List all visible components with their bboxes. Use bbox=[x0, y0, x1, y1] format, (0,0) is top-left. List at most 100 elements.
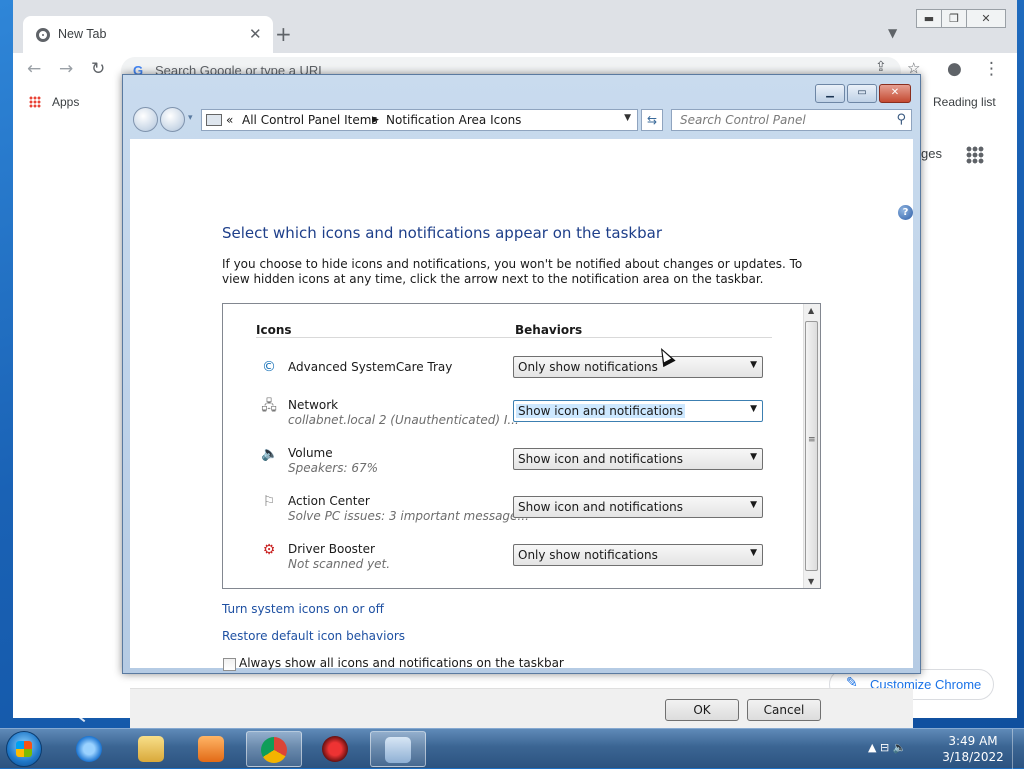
refresh-button[interactable]: ⇆ bbox=[641, 109, 663, 131]
restore-defaults-link[interactable]: Restore default icon behaviors bbox=[222, 629, 405, 643]
row-status: Not scanned yet. bbox=[288, 557, 391, 571]
taskbar-driver-booster[interactable] bbox=[308, 731, 364, 767]
share-icon[interactable]: ⇪ bbox=[875, 59, 887, 75]
breadcrumb-notification-icons[interactable]: Notification Area Icons bbox=[386, 113, 521, 127]
scroll-thumb[interactable] bbox=[805, 321, 818, 571]
reading-list-button[interactable]: Reading list bbox=[933, 95, 996, 109]
taskbar-internet-explorer[interactable] bbox=[62, 731, 118, 767]
systemcare-icon: © bbox=[262, 359, 276, 375]
control-panel-icon bbox=[206, 114, 222, 126]
control-panel-window: ▁ ▭ ✕ ▾ « All Control Panel Items ▶ Noti… bbox=[122, 74, 921, 733]
behavior-select[interactable]: Only show notifications ▼ bbox=[513, 544, 763, 566]
behavior-select[interactable]: Show icon and notifications ▼ bbox=[513, 496, 763, 518]
search-input[interactable]: Search Control Panel ⚲ bbox=[671, 109, 912, 131]
behavior-value: Show icon and notifications bbox=[516, 404, 686, 418]
content-pane: ? Select which icons and notifications a… bbox=[130, 139, 913, 733]
breadcrumb-overflow[interactable]: « bbox=[226, 113, 233, 127]
behavior-select[interactable]: Only show notifications ▼ bbox=[513, 356, 763, 378]
dropdown-arrow-icon: ▼ bbox=[750, 500, 757, 510]
profile-icon[interactable]: ● bbox=[947, 59, 962, 79]
row-status: collabnet.local 2 (Unauthenticated) I... bbox=[288, 413, 519, 427]
dropdown-arrow-icon: ▼ bbox=[750, 452, 757, 462]
driver-booster-icon bbox=[322, 736, 348, 762]
row-status: Speakers: 67% bbox=[288, 461, 379, 475]
start-button[interactable] bbox=[6, 731, 42, 767]
breadcrumb-separator-icon[interactable]: ▶ bbox=[372, 115, 379, 125]
network-icon: 🖧 bbox=[261, 398, 277, 414]
tab-strip: New Tab ✕ + ▼ ▬ ❐ ✕ bbox=[13, 0, 1017, 53]
clock[interactable]: 3:49 AM 3/18/2022 bbox=[940, 733, 1006, 765]
row-name: Driver Booster bbox=[288, 542, 375, 556]
taskbar: ▲ ⊟ 🔈 3:49 AM 3/18/2022 bbox=[0, 728, 1024, 769]
list-scrollbar[interactable]: ▲ ▼ bbox=[803, 304, 820, 588]
row-name: Volume bbox=[288, 446, 333, 460]
icon-behavior-list: Icons Behaviors © Advanced SystemCare Tr… bbox=[222, 303, 821, 589]
row-status: Solve PC issues: 3 important message... bbox=[288, 509, 529, 523]
address-dropdown-icon[interactable]: ▼ bbox=[624, 113, 631, 123]
window-controls: ▁ ▭ ✕ bbox=[815, 84, 913, 103]
apps-link[interactable]: Apps bbox=[52, 95, 79, 109]
minimize-button[interactable]: ▁ bbox=[815, 84, 845, 103]
chrome-icon bbox=[261, 737, 287, 763]
apps-grid-icon[interactable] bbox=[29, 96, 41, 108]
turn-system-icons-link[interactable]: Turn system icons on or off bbox=[222, 602, 384, 616]
search-placeholder: Search Control Panel bbox=[680, 113, 806, 127]
always-show-checkbox[interactable] bbox=[223, 658, 236, 671]
minimize-button[interactable]: ▬ bbox=[916, 9, 942, 28]
scroll-up-icon[interactable]: ▲ bbox=[808, 306, 814, 315]
close-button[interactable]: ✕ bbox=[966, 9, 1006, 28]
maximize-button[interactable]: ▭ bbox=[847, 84, 877, 103]
cancel-button[interactable]: Cancel bbox=[747, 699, 821, 721]
back-button[interactable] bbox=[133, 107, 158, 132]
media-player-icon bbox=[198, 736, 224, 762]
close-tab-icon[interactable]: ✕ bbox=[249, 25, 262, 43]
taskbar-chrome[interactable] bbox=[246, 731, 302, 767]
header-divider bbox=[256, 337, 772, 338]
google-apps-icon[interactable] bbox=[966, 146, 984, 164]
breadcrumb-all-items[interactable]: All Control Panel Items bbox=[242, 113, 378, 127]
help-icon[interactable]: ? bbox=[898, 205, 913, 220]
column-header-behaviors: Behaviors bbox=[515, 323, 583, 337]
description-text: If you choose to hide icons and notifica… bbox=[222, 257, 803, 286]
dropdown-arrow-icon: ▼ bbox=[750, 404, 757, 414]
control-panel-icon bbox=[385, 737, 411, 763]
behavior-select[interactable]: Show icon and notifications ▼ bbox=[513, 448, 763, 470]
address-bar[interactable]: « All Control Panel Items ▶ Notification… bbox=[201, 109, 638, 131]
behavior-value: Only show notifications bbox=[518, 360, 658, 374]
tray-icons[interactable]: ▲ ⊟ 🔈 bbox=[868, 741, 906, 754]
row-name: Advanced SystemCare Tray bbox=[288, 360, 453, 374]
recent-pages-icon[interactable]: ▾ bbox=[188, 113, 193, 123]
scroll-down-icon[interactable]: ▼ bbox=[808, 577, 814, 586]
clock-date: 3/18/2022 bbox=[942, 750, 1004, 764]
show-desktop-button[interactable] bbox=[1012, 729, 1024, 769]
ok-button[interactable]: OK bbox=[665, 699, 739, 721]
restore-button[interactable]: ❐ bbox=[941, 9, 967, 28]
images-link[interactable]: ges bbox=[921, 146, 942, 161]
taskbar-media-player[interactable] bbox=[184, 731, 240, 767]
tab-title: New Tab bbox=[58, 27, 107, 41]
tab-search-icon[interactable]: ▼ bbox=[888, 26, 897, 40]
page-title: Select which icons and notifications app… bbox=[222, 224, 662, 242]
taskbar-control-panel[interactable] bbox=[370, 731, 426, 767]
dropdown-arrow-icon: ▼ bbox=[750, 548, 757, 558]
close-button[interactable]: ✕ bbox=[879, 84, 911, 103]
back-icon[interactable]: ← bbox=[27, 59, 41, 79]
chrome-icon bbox=[36, 28, 50, 42]
tab-new-tab[interactable]: New Tab ✕ bbox=[23, 16, 273, 53]
behavior-value: Only show notifications bbox=[518, 548, 658, 562]
flag-icon: ⚐ bbox=[262, 494, 276, 510]
dropdown-arrow-icon: ▼ bbox=[750, 360, 757, 370]
taskbar-explorer[interactable] bbox=[124, 731, 180, 767]
forward-button[interactable] bbox=[160, 107, 185, 132]
behavior-value: Show icon and notifications bbox=[518, 500, 684, 514]
behavior-select[interactable]: Show icon and notifications ▼ bbox=[513, 400, 763, 422]
menu-icon[interactable]: ⋮ bbox=[983, 59, 1000, 79]
internet-explorer-icon bbox=[76, 736, 102, 762]
reload-icon[interactable]: ↻ bbox=[91, 59, 105, 79]
row-name: Network bbox=[288, 398, 339, 412]
always-show-label[interactable]: Always show all icons and notifications … bbox=[239, 656, 564, 670]
speaker-icon: 🔈 bbox=[261, 446, 279, 462]
forward-icon[interactable]: → bbox=[59, 59, 73, 79]
new-tab-button[interactable]: + bbox=[275, 22, 292, 46]
clock-time: 3:49 AM bbox=[948, 734, 998, 748]
